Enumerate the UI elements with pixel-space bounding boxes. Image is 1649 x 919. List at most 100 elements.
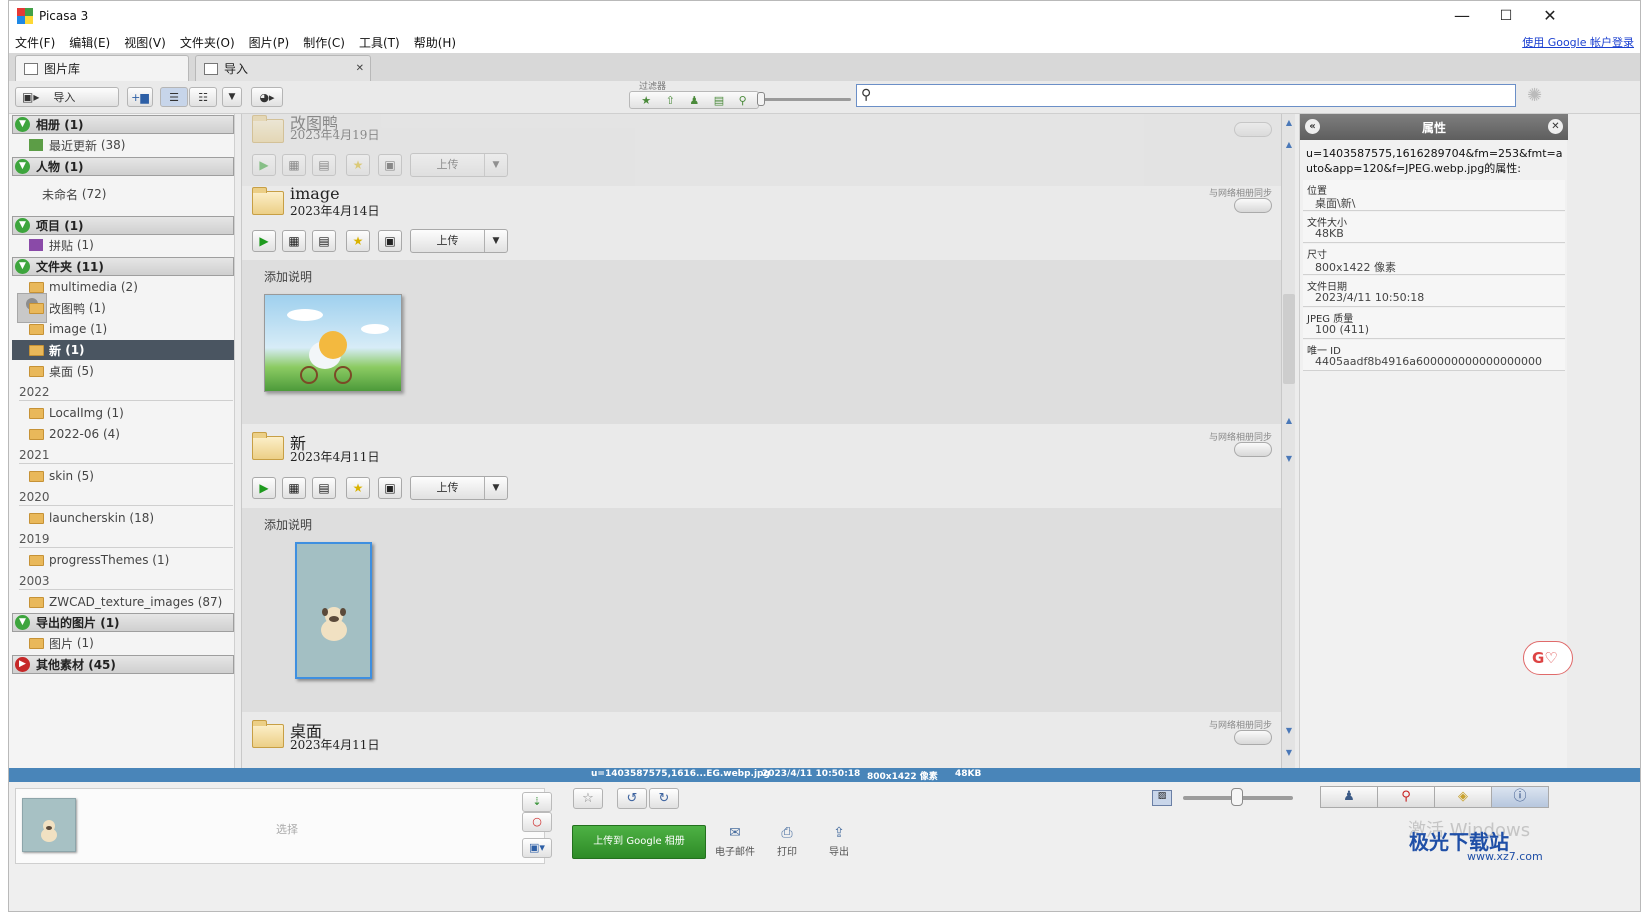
close-panel-icon[interactable]: ✕ (1548, 119, 1563, 134)
menu-file[interactable]: 文件(F) (15, 34, 55, 51)
hold-pin-icon[interactable]: ⇣ (522, 792, 552, 812)
print-button[interactable]: ⎙ 打印 (762, 825, 812, 858)
thumbnail-size-knob[interactable] (1231, 788, 1243, 806)
slideshow-icon[interactable]: ▶ (252, 477, 276, 499)
upload-button[interactable]: 上传 ▼ (410, 476, 508, 500)
scroll-thumb[interactable] (1283, 294, 1295, 384)
save-icon[interactable]: ▣ (378, 154, 402, 176)
star-icon[interactable]: ★ (346, 230, 370, 252)
list-view-icon[interactable]: ☰ (160, 87, 188, 107)
floating-badge-icon[interactable]: G♡ (1523, 641, 1573, 675)
import-button[interactable]: ▣▸ 导入 (15, 87, 119, 107)
places-panel-icon[interactable]: ⚲ (1377, 786, 1435, 808)
slideshow-icon[interactable]: ▶ (252, 154, 276, 176)
add-to-album-icon[interactable]: ▣▾ (522, 838, 552, 858)
view-dropdown-icon[interactable]: ▼ (222, 87, 242, 107)
scroll-up-icon[interactable]: ▲ (1282, 138, 1296, 152)
tree-item-folder[interactable]: ZWCAD_texture_images (87) (12, 592, 234, 612)
star-filter-icon[interactable]: ★ (641, 94, 651, 107)
tree-item-folder-selected[interactable]: 新 (1) (12, 340, 234, 360)
clear-tray-icon[interactable]: ○ (522, 812, 552, 832)
collage-icon[interactable]: ▦ (282, 154, 306, 176)
collapse-panel-icon[interactable]: « (1305, 119, 1320, 134)
tree-item-unnamed-person[interactable]: 未命名 (72) (34, 184, 224, 204)
group-folders[interactable]: ▼ 文件夹 (11) (12, 257, 234, 276)
scroll-top-icon[interactable]: ▲ (1282, 116, 1296, 130)
tree-item-folder[interactable]: launcherskin (18) (12, 508, 234, 528)
upload-button[interactable]: 上传 ▼ (410, 153, 508, 177)
export-button[interactable]: ⇪ 导出 (814, 825, 864, 858)
menu-help[interactable]: 帮助(H) (414, 34, 456, 51)
people-panel-icon[interactable]: ♟ (1320, 786, 1378, 808)
library-scrollbar[interactable]: ▲ ▲ ▲ ▼ ▼ ▼ (1281, 114, 1295, 768)
star-button[interactable]: ☆ (573, 788, 603, 809)
scroll-down-icon[interactable]: ▼ (1282, 724, 1296, 738)
tags-panel-icon[interactable]: ◈ (1434, 786, 1492, 808)
group-exported[interactable]: ▼ 导出的图片 (1) (12, 613, 234, 632)
tree-item-folder[interactable]: progressThemes (1) (12, 550, 234, 570)
email-button[interactable]: ✉ 电子邮件 (710, 825, 760, 858)
tree-item-folder[interactable]: LocalImg (1) (12, 403, 234, 423)
upload-button[interactable]: 上传 ▼ (410, 229, 508, 253)
maximize-button[interactable]: ☐ (1496, 7, 1516, 25)
menu-create[interactable]: 制作(C) (303, 34, 345, 51)
info-panel-icon[interactable]: ⓘ (1491, 786, 1549, 808)
upload-filter-icon[interactable]: ⇧ (666, 94, 675, 107)
rotate-left-button[interactable]: ↺ (617, 788, 647, 809)
sync-toggle[interactable] (1234, 198, 1272, 213)
save-icon[interactable]: ▣ (378, 477, 402, 499)
star-icon[interactable]: ★ (346, 477, 370, 499)
movie-icon[interactable]: ▤ (312, 477, 336, 499)
sync-toggle[interactable] (1234, 442, 1272, 457)
add-caption[interactable]: 添加说明 (264, 268, 312, 285)
minimize-button[interactable]: — (1452, 7, 1472, 25)
sync-toggle[interactable] (1234, 730, 1272, 745)
tree-item-folder[interactable]: 改图鸭 (1) (12, 298, 234, 318)
slideshow-icon[interactable]: ▶ (252, 230, 276, 252)
menu-folder[interactable]: 文件夹(O) (180, 34, 235, 51)
group-people[interactable]: ▼ 人物 (1) (12, 157, 234, 176)
tab-library[interactable]: 图片库 (15, 55, 189, 81)
menu-tools[interactable]: 工具(T) (359, 34, 400, 51)
people-manager-icon[interactable]: ◕▸ (251, 87, 283, 107)
scroll-bottom-icon[interactable]: ▼ (1282, 746, 1296, 760)
tree-item-folder[interactable]: 图片 (1) (12, 633, 234, 653)
movie-filter-icon[interactable]: ▤ (714, 94, 724, 107)
group-other-assets[interactable]: ▶ 其他素材 (45) (12, 655, 234, 674)
collage-icon[interactable]: ▦ (282, 230, 306, 252)
google-login-link[interactable]: 使用 Google 帐户登录 (1522, 34, 1634, 50)
photo-thumbnail[interactable] (264, 294, 402, 392)
date-filter-slider[interactable] (761, 98, 851, 101)
tree-item-folder[interactable]: skin (5) (12, 466, 234, 486)
close-button[interactable]: ✕ (1540, 7, 1560, 25)
add-to-album-button[interactable]: +▆ (127, 87, 153, 107)
tree-item-recent[interactable]: 最近更新 (38) (12, 135, 234, 155)
rotate-right-button[interactable]: ↻ (649, 788, 679, 809)
geotag-filter-icon[interactable]: ⚲ (739, 94, 747, 107)
movie-icon[interactable]: ▤ (312, 230, 336, 252)
upload-to-google-button[interactable]: 上传到 Google 相册 (572, 825, 706, 859)
menu-picture[interactable]: 图片(P) (249, 34, 290, 51)
tree-item-collage[interactable]: 拼贴 (1) (12, 235, 234, 255)
group-projects[interactable]: ▼ 项目 (1) (12, 216, 234, 235)
date-filter-knob[interactable] (757, 92, 765, 106)
menu-edit[interactable]: 编辑(E) (69, 34, 110, 51)
collage-icon[interactable]: ▦ (282, 477, 306, 499)
tree-item-folder[interactable]: image (1) (12, 319, 234, 339)
tree-item-folder[interactable]: 2022-06 (4) (12, 424, 234, 444)
add-caption[interactable]: 添加说明 (264, 516, 312, 533)
movie-icon[interactable]: ▤ (312, 154, 336, 176)
scroll-up-icon[interactable]: ▲ (1282, 414, 1296, 428)
search-input[interactable] (856, 84, 1516, 107)
photo-thumbnail-selected[interactable] (295, 542, 372, 679)
person-filter-icon[interactable]: ♟ (689, 94, 699, 107)
save-icon[interactable]: ▣ (378, 230, 402, 252)
tab-close-icon[interactable]: ✕ (356, 63, 364, 74)
menu-view[interactable]: 视图(V) (124, 34, 166, 51)
scroll-down-icon[interactable]: ▼ (1282, 452, 1296, 466)
tree-item-folder[interactable]: multimedia (2) (12, 277, 234, 297)
tab-import[interactable]: 导入 ✕ (195, 55, 371, 81)
star-icon[interactable]: ★ (346, 154, 370, 176)
tree-view-icon[interactable]: ☷ (189, 87, 217, 107)
tray-thumbnail[interactable] (22, 798, 76, 852)
